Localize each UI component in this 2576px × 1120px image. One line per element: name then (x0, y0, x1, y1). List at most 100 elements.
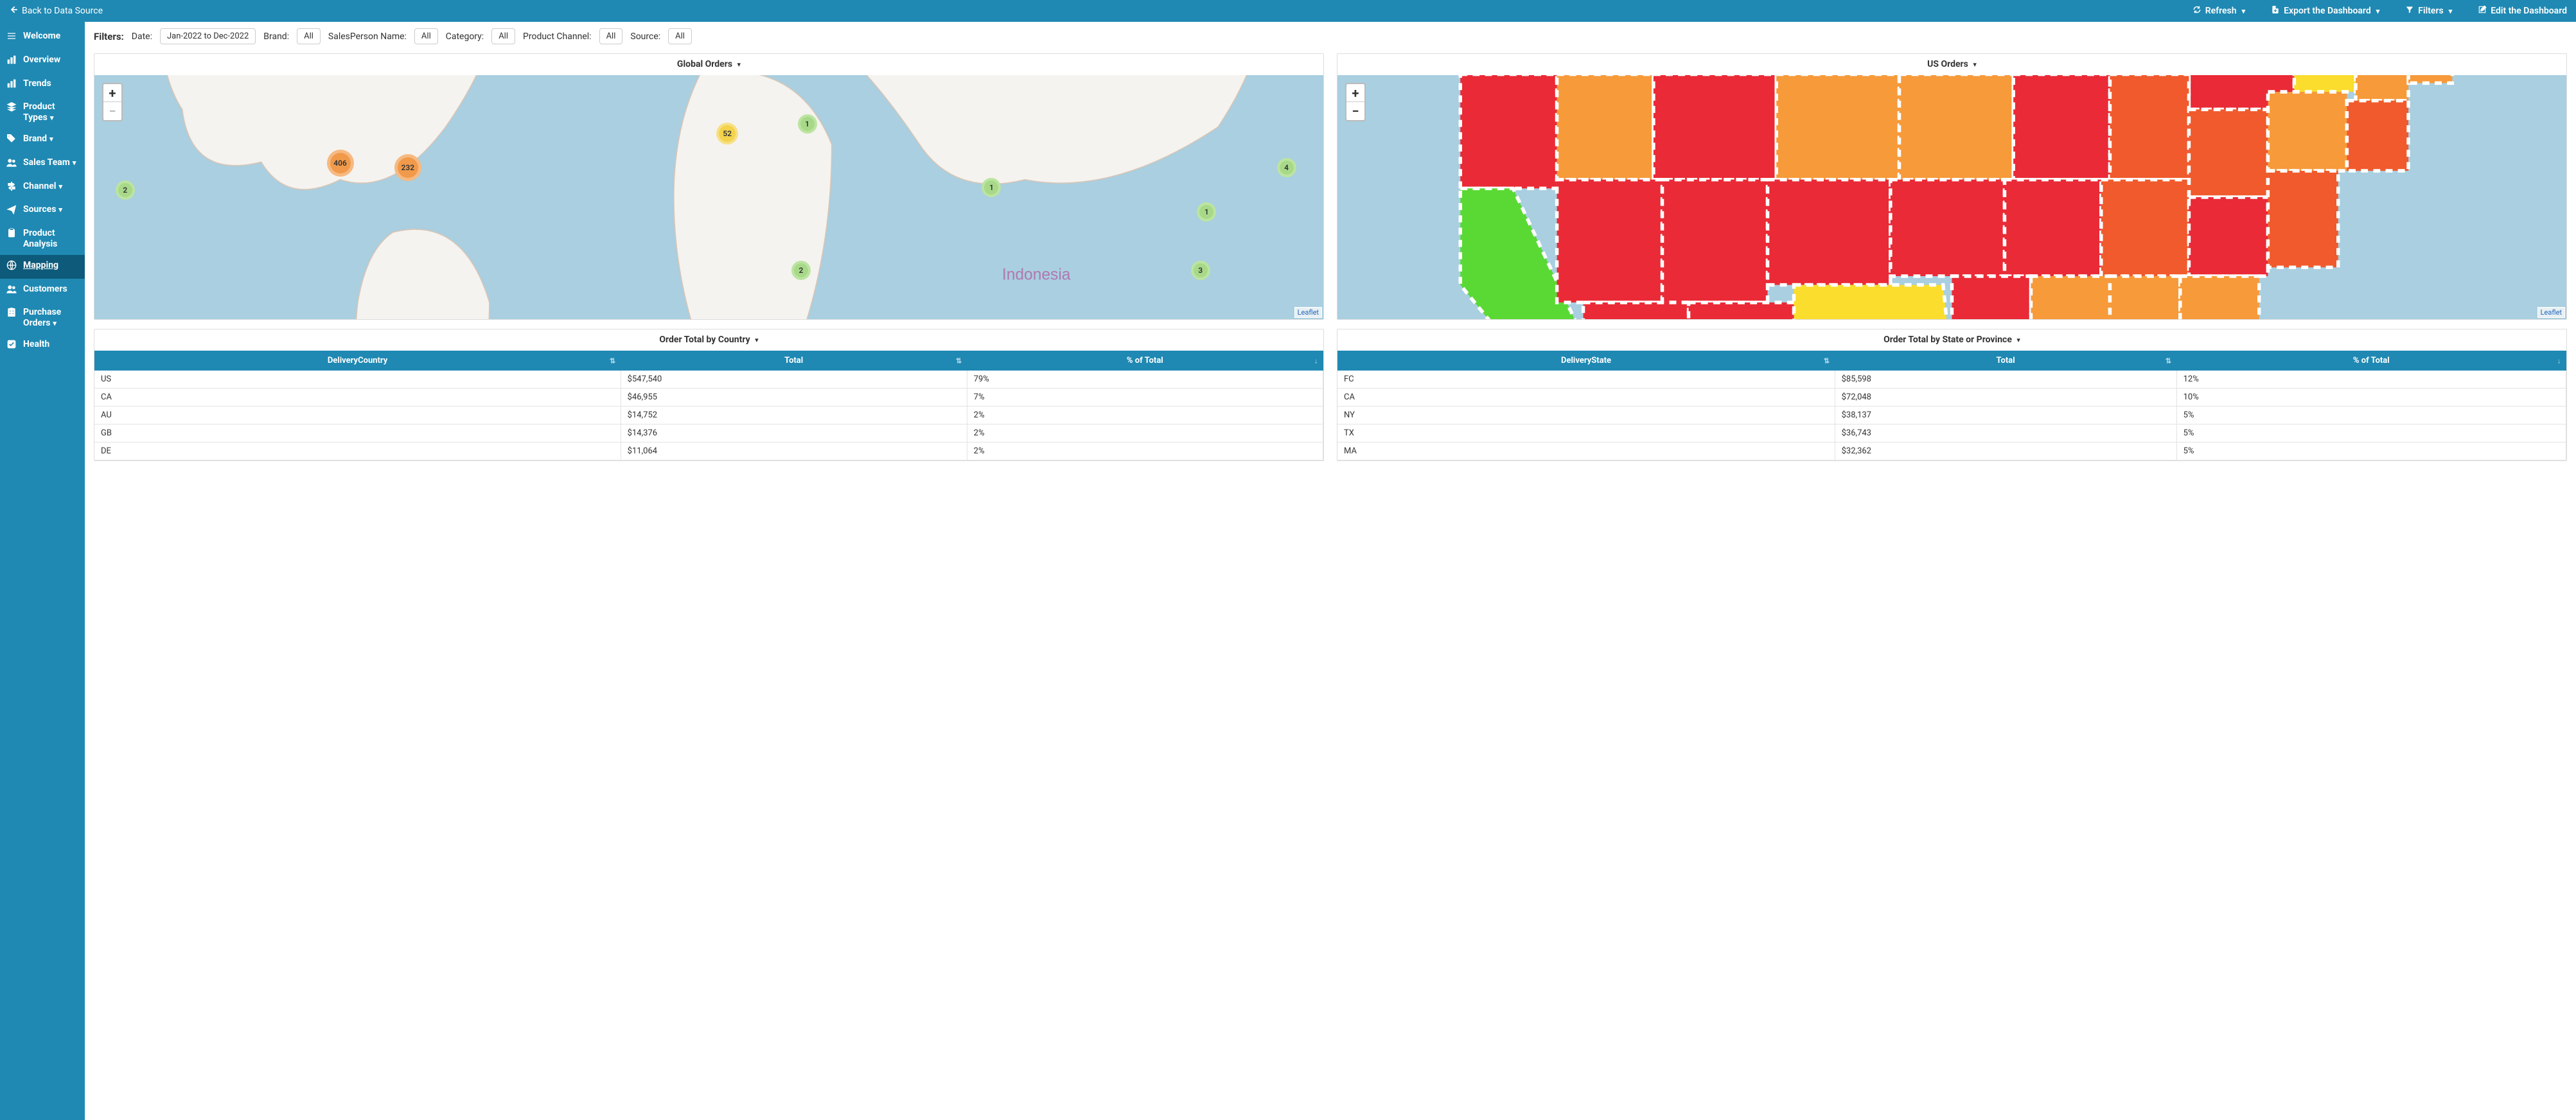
zoom-out-button[interactable]: − (1346, 102, 1364, 120)
chevron-down-icon (2014, 335, 2020, 345)
sidebar-item-sources[interactable]: Sources (0, 199, 85, 223)
map-cluster-marker[interactable]: 1 (1197, 202, 1216, 222)
users-icon (6, 157, 17, 171)
table-cell: FC (1337, 371, 1835, 389)
sidebar-item-label: Health (23, 339, 49, 350)
sidebar-item-label: Sales Team (23, 157, 76, 168)
us-orders-header[interactable]: US Orders (1337, 54, 2566, 75)
svg-text:Indonesia: Indonesia (1002, 266, 1071, 283)
map-cluster-marker[interactable]: 52 (716, 123, 738, 144)
order-total-country-header[interactable]: Order Total by Country (94, 329, 1323, 351)
order-total-state-header[interactable]: Order Total by State or Province (1337, 329, 2566, 351)
zoom-in-button[interactable]: + (103, 84, 121, 102)
sidebar-item-purchase-orders[interactable]: Purchase Orders (0, 302, 85, 334)
clipboard-icon (6, 228, 17, 241)
map-cluster-marker[interactable]: 406 (327, 150, 354, 177)
table-cell: 5% (2176, 442, 2566, 460)
table-row: TX$36,7435% (1337, 424, 2566, 442)
sidebar-item-welcome[interactable]: Welcome (0, 26, 85, 49)
map-cluster-marker[interactable]: 3 (1191, 261, 1210, 280)
export-icon (2271, 5, 2280, 17)
filter-chip[interactable]: All (668, 28, 692, 44)
map-cluster-marker[interactable]: 2 (791, 261, 811, 280)
panel-title: Order Total by Country (659, 335, 750, 345)
sort-desc-icon: ↓ (1314, 356, 1318, 365)
us-orders-map[interactable]: + − (1337, 75, 2566, 319)
panel-title: Order Total by State or Province (1883, 335, 2012, 345)
table-row: MA$32,3625% (1337, 442, 2566, 460)
sidebar-item-channel[interactable]: Channel (0, 176, 85, 200)
zoom-in-button[interactable]: + (1346, 84, 1364, 102)
sidebar-item-health[interactable]: Health (0, 334, 85, 358)
table-header[interactable]: DeliveryCountry⇅ (94, 351, 621, 371)
sidebar-item-label: Trends (23, 78, 51, 89)
map-cluster-marker[interactable]: 2 (116, 180, 135, 200)
back-to-data-source-link[interactable]: Back to Data Source (9, 5, 103, 17)
table-header[interactable]: DeliveryState⇅ (1337, 351, 1835, 371)
leaflet-attribution[interactable]: Leaflet (1294, 307, 1322, 318)
sidebar-item-sales-team[interactable]: Sales Team (0, 152, 85, 176)
edit-dashboard-button[interactable]: Edit the Dashboard (2478, 5, 2567, 17)
chevron-down-icon (752, 335, 759, 345)
sidebar-item-customers[interactable]: Customers (0, 279, 85, 302)
table-cell: $36,743 (1835, 424, 2176, 442)
filter-chip[interactable]: All (414, 28, 438, 44)
sidebar-item-product-analysis[interactable]: Product Analysis (0, 223, 85, 255)
arrow-left-icon (9, 5, 18, 17)
filter-icon (2405, 5, 2414, 17)
export-label: Export the Dashboard (2284, 6, 2371, 16)
sidebar-item-overview[interactable]: Overview (0, 49, 85, 73)
global-orders-map[interactable]: + − (94, 75, 1323, 319)
sidebar-item-trends[interactable]: Trends (0, 73, 85, 97)
export-dashboard-button[interactable]: Export the Dashboard (2271, 5, 2379, 17)
chevron-down-icon (735, 59, 741, 69)
filters-button[interactable]: Filters (2405, 5, 2452, 17)
table-cell: $11,064 (621, 442, 967, 460)
top-bar: Back to Data Source Refresh Export the D… (0, 0, 2576, 22)
global-orders-header[interactable]: Global Orders (94, 54, 1323, 75)
refresh-label: Refresh (2205, 6, 2237, 16)
table-row: DE$11,0642% (94, 442, 1323, 460)
map-cluster-marker[interactable]: 4 (1277, 158, 1296, 177)
filter-label: SalesPerson Name: (328, 31, 407, 42)
chevron-down-icon (56, 204, 62, 214)
map-cluster-marker[interactable]: 232 (394, 154, 421, 181)
sort-icon: ⇅ (610, 356, 615, 365)
sidebar-item-label: Sources (23, 204, 62, 215)
table-header[interactable]: Total⇅ (1835, 351, 2176, 371)
table-cell: $547,540 (621, 371, 967, 389)
table-cell: 2% (967, 442, 1323, 460)
table-cell: AU (94, 407, 621, 424)
table-header[interactable]: % of Total↓ (967, 351, 1323, 371)
order-total-state-table: DeliveryState⇅Total⇅% of Total↓ FC$85,59… (1337, 351, 2566, 460)
refresh-button[interactable]: Refresh (2192, 5, 2245, 17)
table-cell: CA (1337, 389, 1835, 407)
table-row: GB$14,3762% (94, 424, 1323, 442)
map-cluster-marker[interactable]: 1 (982, 178, 1001, 197)
sidebar-item-product-types[interactable]: Product Types (0, 96, 85, 128)
table-header[interactable]: % of Total↓ (2176, 351, 2566, 371)
filter-chip[interactable]: Jan-2022 to Dec-2022 (160, 28, 256, 44)
sidebar-item-mapping[interactable]: Mapping (0, 255, 85, 279)
building-icon (6, 307, 17, 320)
filter-chip[interactable]: All (297, 28, 321, 44)
table-row: CA$72,04810% (1337, 389, 2566, 407)
sidebar-item-label: Customers (23, 284, 67, 295)
sort-desc-icon: ↓ (2557, 356, 2561, 365)
table-cell: US (94, 371, 621, 389)
zoom-out-button[interactable]: − (103, 102, 121, 120)
leaflet-attribution[interactable]: Leaflet (2537, 307, 2565, 318)
chevron-down-icon (70, 157, 76, 168)
sidebar-item-brand[interactable]: Brand (0, 128, 85, 152)
filter-chip[interactable]: All (491, 28, 515, 44)
chevron-down-icon (56, 181, 62, 191)
map-cluster-marker[interactable]: 1 (798, 114, 817, 134)
table-row: FC$85,59812% (1337, 371, 2566, 389)
table-row: AU$14,7522% (94, 407, 1323, 424)
filter-chip[interactable]: All (599, 28, 623, 44)
us-orders-panel: US Orders + − (1337, 53, 2567, 320)
sidebar-item-label: Overview (23, 55, 60, 66)
table-cell: 7% (967, 389, 1323, 407)
table-header[interactable]: Total⇅ (621, 351, 967, 371)
global-orders-panel: Global Orders + − (94, 53, 1324, 320)
